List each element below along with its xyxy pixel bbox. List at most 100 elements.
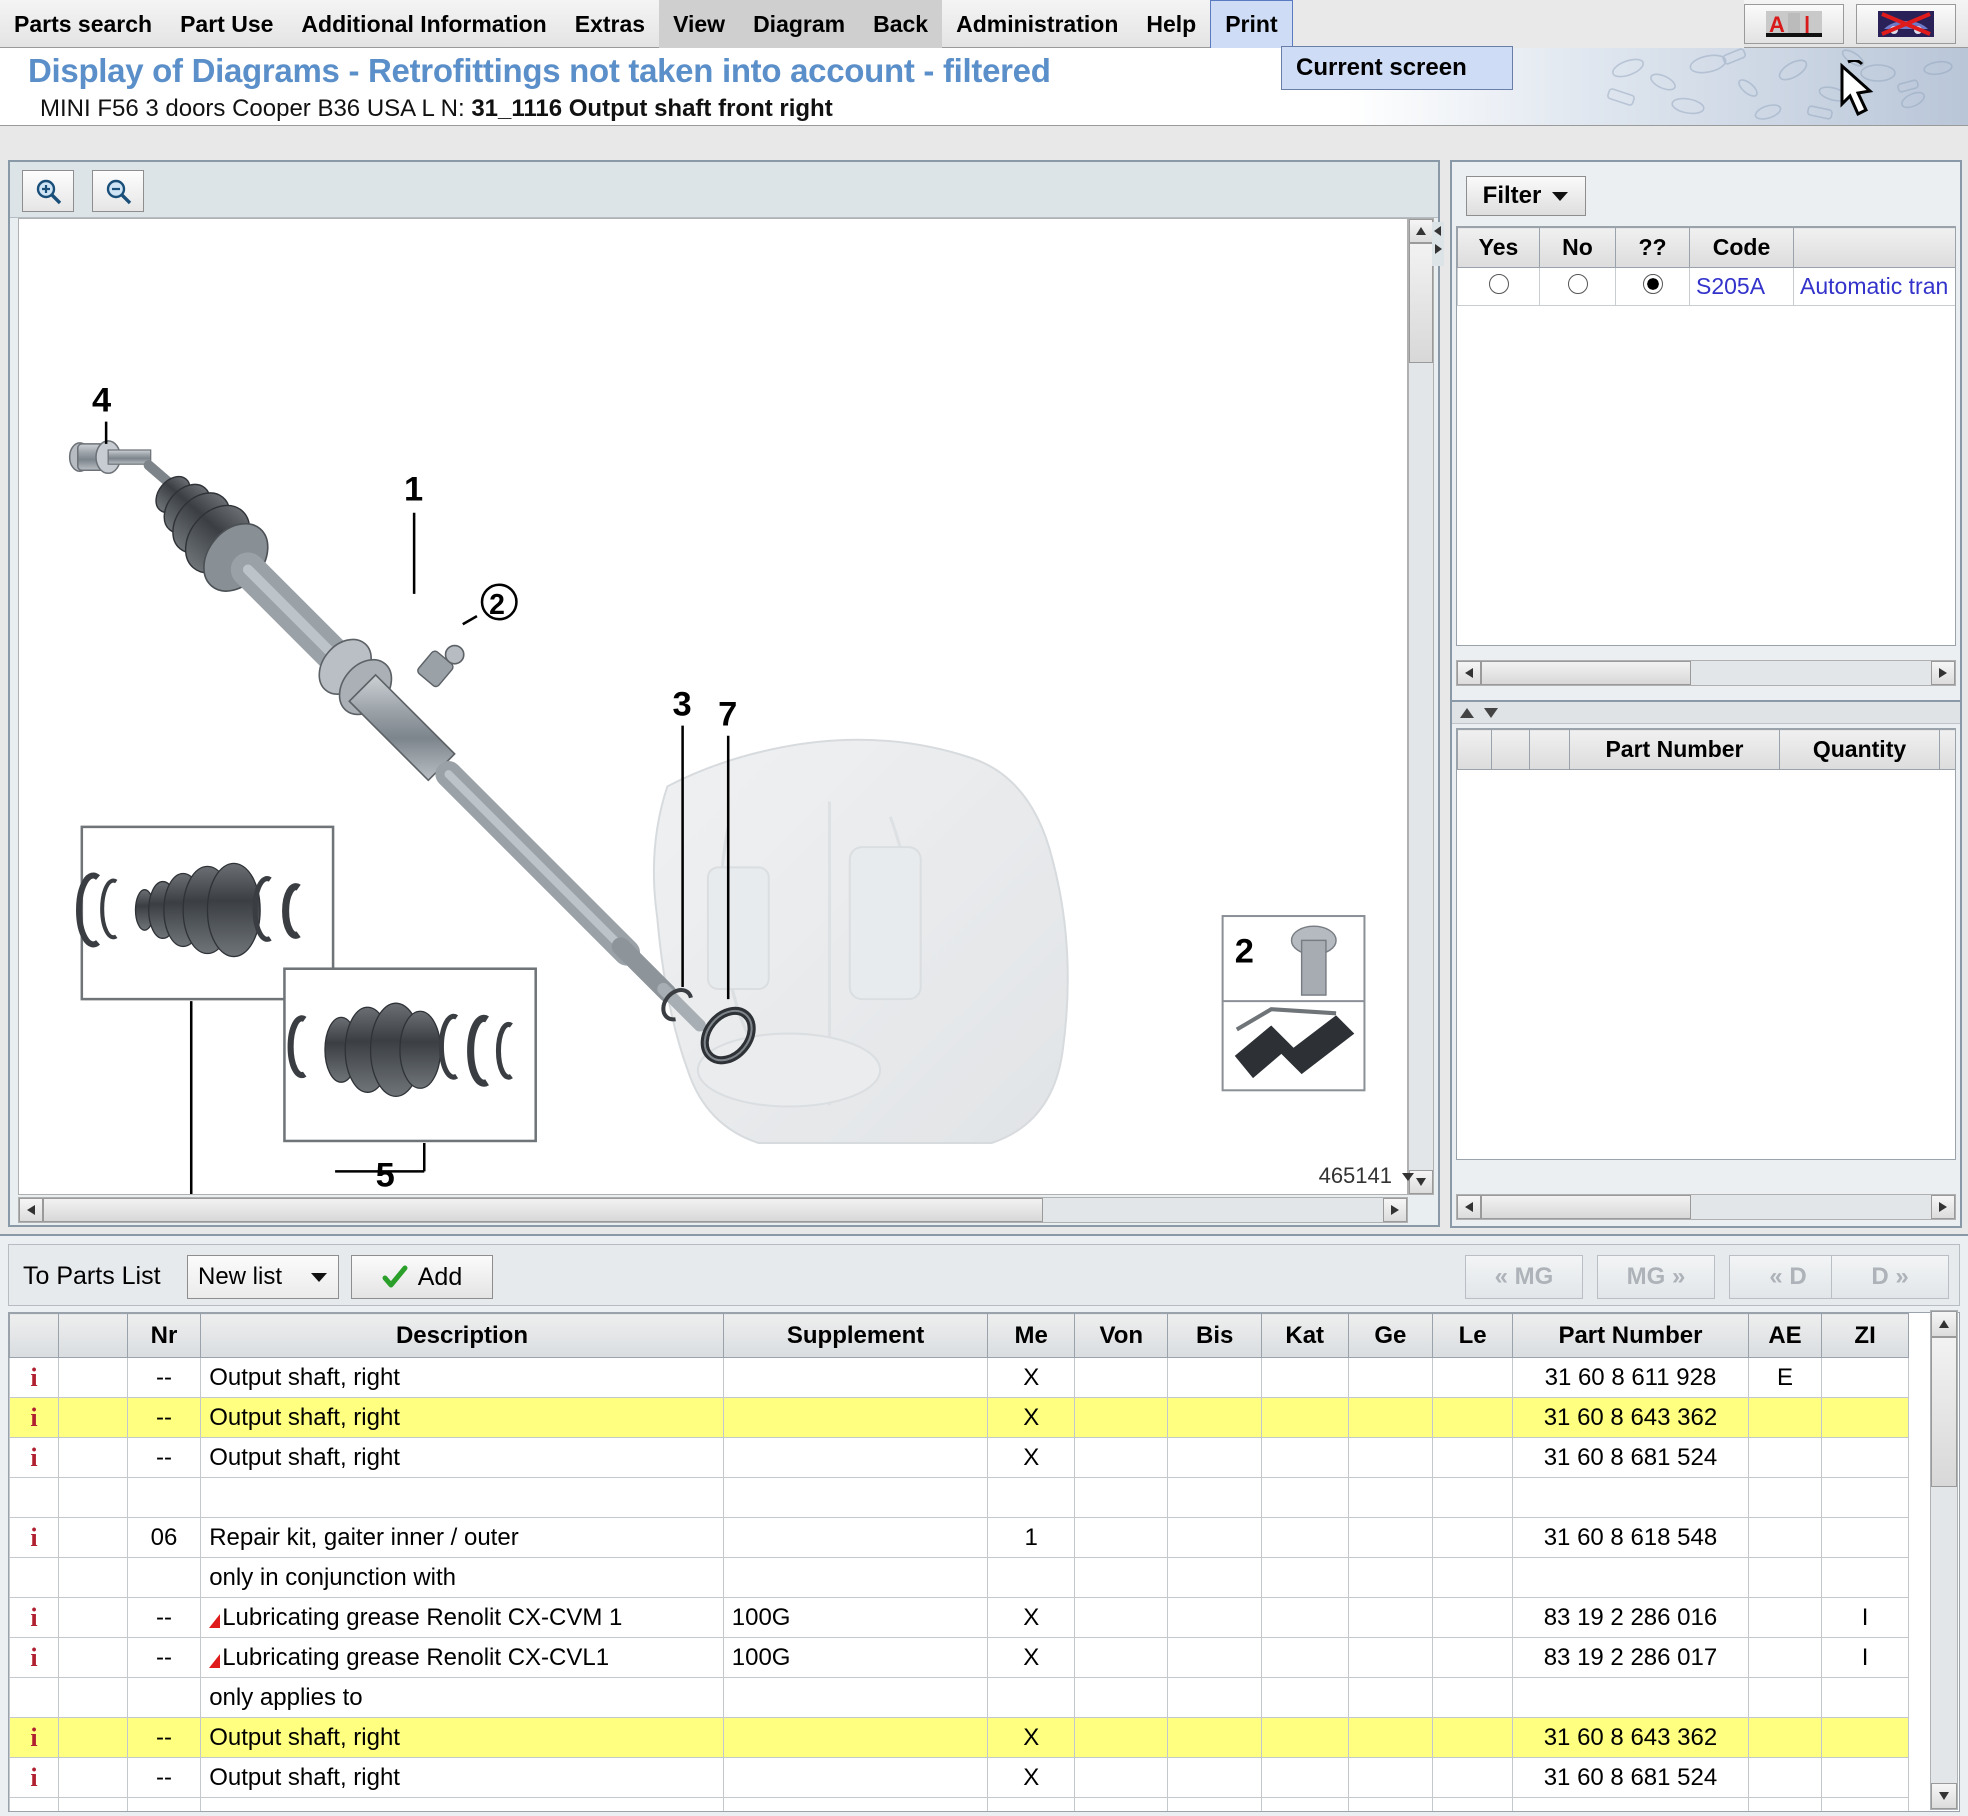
nav-d-next-button[interactable]: D » — [1831, 1255, 1949, 1299]
part-list-table-container[interactable]: Part Number Quantity N — [1456, 728, 1956, 1160]
cell-info[interactable]: i — [9, 1637, 59, 1678]
diagram-canvas[interactable]: 4 1 3 7 5 6 2 2 — [18, 218, 1408, 1195]
col-ae[interactable]: AE — [1747, 1313, 1823, 1358]
table-row[interactable]: i -- Output shaft, right X 31 60 8 643 362 — [9, 1717, 1909, 1758]
cell-info[interactable]: i — [9, 1717, 59, 1758]
menu-item-extras[interactable]: Extras — [561, 0, 659, 48]
col-nr[interactable]: Nr — [126, 1313, 202, 1358]
pl-col-n[interactable]: N — [1939, 729, 1955, 770]
panel-splitter[interactable] — [1452, 702, 1960, 724]
menu-item-help[interactable]: Help — [1132, 0, 1210, 48]
diagram-collapse-handle[interactable] — [1432, 222, 1444, 266]
col-zi[interactable]: ZI — [1821, 1313, 1909, 1358]
filter-col-no[interactable]: No — [1539, 227, 1616, 268]
filter-table-container[interactable]: Yes No ?? Code S205A Automatic tran — [1456, 226, 1956, 646]
parts-table-container[interactable]: Nr Description Supplement Me Von Bis Kat… — [8, 1312, 1960, 1812]
scroll-down-arrow[interactable] — [1931, 1783, 1957, 1809]
warning-a-icon-button[interactable]: A | — [1744, 3, 1844, 44]
table-row[interactable] — [9, 1477, 1909, 1518]
cell-info[interactable]: i — [9, 1357, 59, 1398]
menu-item-administration[interactable]: Administration — [942, 0, 1132, 48]
col-von[interactable]: Von — [1074, 1313, 1169, 1358]
filter-dropdown-button[interactable]: Filter — [1466, 176, 1586, 216]
col-bis[interactable]: Bis — [1167, 1313, 1262, 1358]
splitter-arrows-icon[interactable] — [1458, 705, 1502, 721]
pl-col-blank3[interactable] — [1529, 729, 1570, 770]
diagram-horizontal-scrollbar[interactable] — [18, 1197, 1408, 1223]
cell-info[interactable] — [9, 1477, 59, 1518]
scroll-up-arrow[interactable] — [1409, 219, 1433, 243]
filter-radio-unknown-icon[interactable] — [1642, 274, 1663, 294]
parts-vertical-scrollbar[interactable] — [1930, 1310, 1958, 1810]
filter-radio-no-icon[interactable] — [1567, 274, 1588, 294]
cell-info[interactable]: i — [9, 1757, 59, 1798]
info-icon[interactable]: i — [30, 1523, 37, 1552]
menu-item-back[interactable]: Back — [859, 0, 943, 48]
cell-info[interactable] — [9, 1677, 59, 1718]
table-row[interactable]: i -- Output shaft, right X 31 60 8 611 928 E — [9, 1357, 1909, 1398]
col-ge[interactable]: Ge — [1347, 1313, 1434, 1358]
table-row[interactable]: i -- Output shaft, right X 31 60 8 681 524 — [9, 1437, 1909, 1478]
cell-info[interactable] — [9, 1557, 59, 1598]
part-list-horizontal-scrollbar[interactable] — [1456, 1194, 1956, 1220]
table-row[interactable]: i -- Lubricating grease Renolit CX-CVL1 100… — [9, 1637, 1909, 1678]
col-le[interactable]: Le — [1432, 1313, 1514, 1358]
parts-list-select[interactable]: New list — [187, 1255, 339, 1299]
filter-cell-code[interactable]: S205A — [1689, 267, 1794, 306]
col-info[interactable] — [9, 1313, 59, 1358]
pl-col-blank2[interactable] — [1491, 729, 1530, 770]
cell-info[interactable]: i — [9, 1517, 59, 1558]
info-icon[interactable]: i — [30, 1443, 37, 1472]
info-icon[interactable]: i — [30, 1763, 37, 1792]
filter-radio-unknown[interactable] — [1615, 267, 1690, 306]
table-row[interactable]: only applies to — [9, 1677, 1909, 1718]
col-blank[interactable] — [57, 1313, 128, 1358]
info-icon[interactable]: i — [30, 1603, 37, 1632]
scroll-thumb[interactable] — [1931, 1337, 1957, 1487]
menu-item-print[interactable]: Print — [1210, 0, 1293, 48]
info-icon[interactable]: i — [30, 1363, 37, 1392]
col-description[interactable]: Description — [200, 1313, 724, 1358]
nav-mg-next-button[interactable]: MG » — [1597, 1255, 1715, 1299]
filter-radio-no[interactable] — [1539, 267, 1616, 306]
filter-col-unknown[interactable]: ?? — [1615, 227, 1690, 268]
filter-radio-yes-icon[interactable] — [1488, 274, 1509, 294]
cell-info[interactable] — [9, 1797, 59, 1811]
diagram-vertical-scrollbar[interactable] — [1408, 218, 1434, 1195]
cell-info[interactable]: i — [9, 1397, 59, 1438]
menu-item-part-use[interactable]: Part Use — [166, 0, 287, 48]
scroll-thumb[interactable] — [1409, 243, 1433, 363]
scroll-thumb[interactable] — [1481, 661, 1691, 685]
scroll-left-arrow[interactable] — [1457, 1195, 1481, 1219]
info-icon[interactable]: i — [30, 1723, 37, 1752]
table-row[interactable] — [9, 1797, 1909, 1811]
scroll-thumb[interactable] — [43, 1198, 1043, 1222]
scroll-left-arrow[interactable] — [19, 1198, 43, 1222]
table-row[interactable]: i -- Output shaft, right X 31 60 8 643 362 — [9, 1397, 1909, 1438]
filter-radio-yes[interactable] — [1457, 267, 1540, 306]
crossed-car-icon-button[interactable] — [1856, 3, 1956, 44]
scroll-up-arrow[interactable] — [1931, 1311, 1957, 1337]
col-supplement[interactable]: Supplement — [722, 1313, 989, 1358]
scroll-right-arrow[interactable] — [1383, 1198, 1407, 1222]
scroll-right-arrow[interactable] — [1931, 661, 1955, 685]
table-row[interactable]: i -- Lubricating grease Renolit CX-CVM 1 10… — [9, 1597, 1909, 1638]
scroll-thumb[interactable] — [1481, 1195, 1691, 1219]
scroll-right-arrow[interactable] — [1931, 1195, 1955, 1219]
col-kat[interactable]: Kat — [1260, 1313, 1349, 1358]
nav-mg-prev-button[interactable]: « MG — [1465, 1255, 1583, 1299]
col-part-number[interactable]: Part Number — [1512, 1313, 1749, 1358]
info-icon[interactable]: i — [30, 1643, 37, 1672]
menu-item-diagram[interactable]: Diagram — [739, 0, 860, 48]
info-icon[interactable]: i — [30, 1403, 37, 1432]
filter-col-yes[interactable]: Yes — [1457, 227, 1540, 268]
table-row[interactable]: only in conjunction with — [9, 1557, 1909, 1598]
cell-info[interactable]: i — [9, 1597, 59, 1638]
menu-item-current-screen[interactable]: Current screen — [1281, 46, 1513, 90]
filter-col-code[interactable]: Code — [1689, 227, 1794, 268]
pl-col-blank1[interactable] — [1457, 729, 1492, 770]
zoom-out-button[interactable] — [92, 170, 144, 212]
menu-item-view[interactable]: View — [659, 0, 740, 48]
filter-col-description[interactable] — [1793, 227, 1955, 268]
filter-row[interactable]: S205A Automatic tran — [1457, 267, 1955, 306]
